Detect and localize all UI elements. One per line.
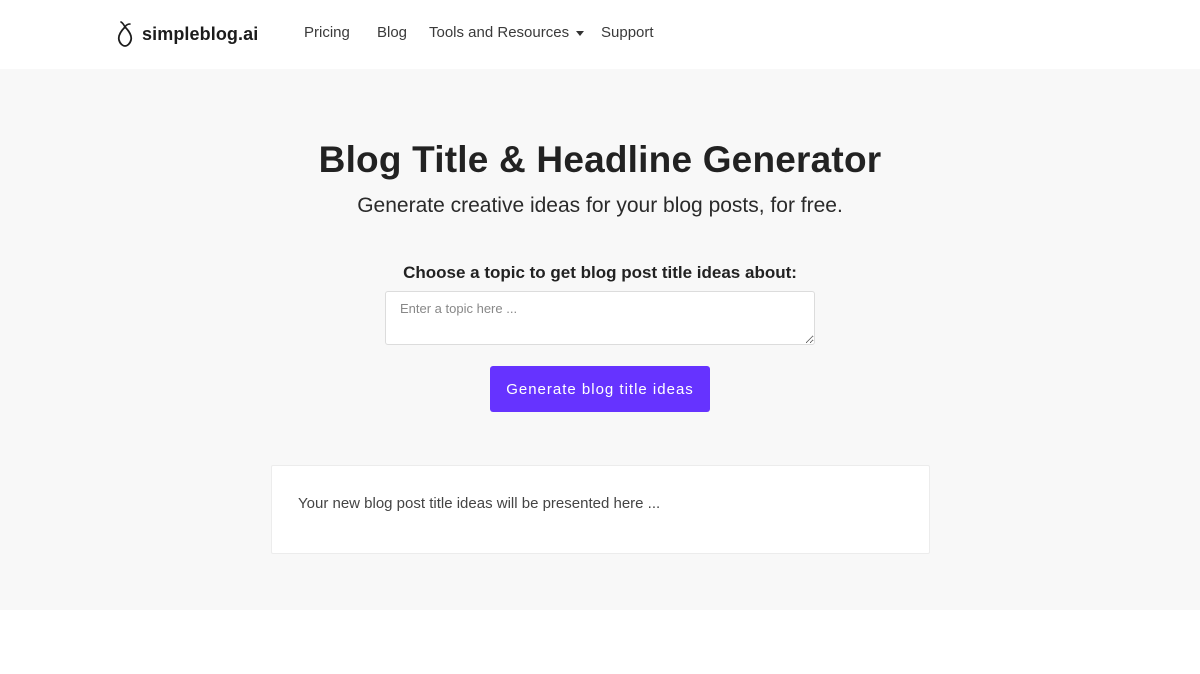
results-placeholder: Your new blog post title ideas will be p…	[298, 495, 661, 512]
nav-item-tools-label: Tools and Resources	[429, 24, 570, 41]
topic-label: Choose a topic to get blog post title id…	[403, 263, 797, 282]
brand-name: simpleblog.ai	[142, 23, 259, 44]
topic-input[interactable]	[385, 291, 815, 345]
top-navbar: simpleblog.ai Pricing Blog Tools and Res…	[0, 0, 1200, 69]
page-title: Blog Title & Headline Generator	[318, 139, 882, 180]
caret-down-icon	[576, 30, 585, 36]
leaf-drop-icon	[116, 20, 134, 48]
page-subtitle: Generate creative ideas for your blog po…	[357, 194, 843, 217]
nav-item-pricing[interactable]: Pricing	[304, 24, 350, 41]
nav-item-support[interactable]: Support	[601, 24, 654, 41]
footer-space	[0, 610, 1200, 674]
generator-section: Blog Title & Headline Generator Generate…	[0, 69, 1200, 610]
results-card: Your new blog post title ideas will be p…	[271, 465, 930, 554]
nav-item-blog[interactable]: Blog	[377, 24, 407, 41]
generate-button[interactable]: Generate blog title ideas	[490, 366, 710, 412]
brand-logo-link[interactable]: simpleblog.ai	[116, 20, 258, 48]
nav-item-tools-and-resources[interactable]: Tools and Resources	[429, 24, 585, 41]
